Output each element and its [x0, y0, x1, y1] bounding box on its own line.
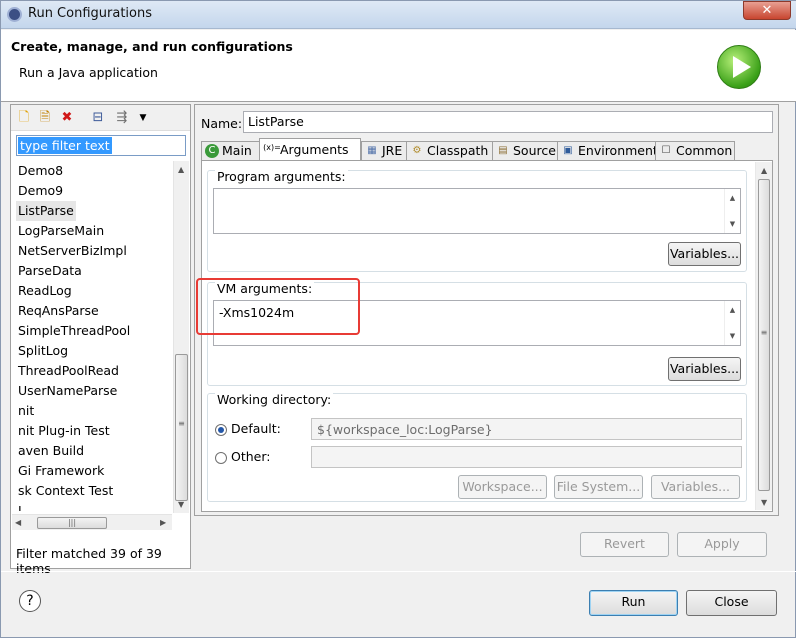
common-icon: ☐: [661, 145, 671, 156]
environment-icon: ▣: [563, 145, 573, 156]
tree-horizontal-scrollbar[interactable]: ◀ ||| ▶: [12, 514, 172, 530]
new-prototype-icon[interactable]: 🗎: [37, 110, 53, 126]
tab-label: Common: [676, 143, 733, 158]
tree-item[interactable]: sk Context Test: [18, 481, 113, 501]
source-icon: ▤: [498, 145, 508, 156]
filter-input[interactable]: type filter text: [16, 135, 186, 156]
eclipse-icon: [7, 7, 22, 22]
tab-arguments[interactable]: (x)= Arguments: [259, 138, 361, 160]
tab-jre[interactable]: ▦ JRE: [361, 141, 407, 160]
tab-source[interactable]: ▤ Source: [492, 141, 558, 160]
title-bar: Run Configurations ✕: [1, 1, 796, 29]
collapse-all-icon[interactable]: ⊟: [90, 110, 106, 126]
tree-item[interactable]: Demo9: [18, 181, 63, 201]
arguments-icon: (x)=: [263, 143, 281, 152]
apply-button[interactable]: Apply: [677, 532, 767, 557]
default-radio[interactable]: [215, 424, 227, 436]
tab-classpath[interactable]: ⚙ Classpath: [406, 141, 493, 160]
tree-item[interactable]: ReqAnsParse: [18, 301, 99, 321]
dialog-header: Create, manage, and run configurations R…: [1, 30, 796, 102]
header-title: Create, manage, and run configurations: [11, 39, 293, 54]
tree-item[interactable]: LogParseMain: [18, 221, 104, 241]
arguments-tab-content: Program arguments: ▲ ▼ Variables... VM ar…: [201, 160, 773, 512]
program-arguments-label: Program arguments:: [215, 169, 348, 184]
scroll-thumb[interactable]: ≡: [175, 354, 188, 501]
run-icon: [717, 45, 761, 89]
filter-text: type filter text: [18, 137, 112, 154]
tree-item[interactable]: SplitLog: [18, 341, 68, 361]
footer-separator: [1, 571, 796, 572]
program-variables-button[interactable]: Variables...: [668, 242, 741, 266]
file-system-button[interactable]: File System...: [554, 475, 643, 499]
tab-label: Classpath: [427, 143, 489, 158]
new-config-icon[interactable]: 🗋: [16, 110, 32, 126]
tab-label: Environment: [578, 143, 658, 158]
other-radio[interactable]: [215, 452, 227, 464]
main-icon: C: [205, 144, 219, 158]
tab-label: Main: [222, 143, 252, 158]
window-title: Run Configurations: [28, 6, 152, 21]
tree-item[interactable]: Gi Framework: [18, 461, 104, 481]
tree-item[interactable]: aven Build: [18, 441, 84, 461]
run-button[interactable]: Run: [589, 590, 678, 616]
name-label: Name:: [201, 116, 243, 131]
revert-button[interactable]: Revert: [580, 532, 669, 557]
program-arguments-textarea[interactable]: ▲ ▼: [213, 188, 741, 234]
list-toolbar: 🗋 🗎 ✖ ⊟ ⇶ ▼: [11, 105, 190, 131]
configuration-tree: Demo8 Demo9 ListParse LogParseMain NetServer…: [12, 161, 172, 511]
directory-variables-button[interactable]: Variables...: [651, 475, 740, 499]
program-arguments-group: Program arguments: ▲ ▼ Variables...: [207, 169, 747, 272]
tree-item[interactable]: L: [18, 501, 25, 511]
close-button[interactable]: Close: [686, 590, 777, 616]
tab-label: Source: [513, 143, 556, 158]
tree-item[interactable]: ListParse: [16, 201, 76, 221]
default-label: Default:: [231, 421, 281, 436]
configuration-list-panel: 🗋 🗎 ✖ ⊟ ⇶ ▼ type filter text Demo8 Demo9 L…: [10, 104, 191, 576]
tree-item[interactable]: nit: [18, 401, 34, 421]
filter-icon[interactable]: ⇶: [114, 110, 130, 126]
working-directory-group: Working directory: Default: ${workspace_…: [207, 392, 747, 502]
tree-item[interactable]: ThreadPoolRead: [18, 361, 119, 381]
classpath-icon: ⚙: [412, 145, 422, 156]
vm-variables-button[interactable]: Variables...: [668, 357, 741, 381]
tab-vertical-scrollbar[interactable]: ▲ ≡ ▼: [755, 162, 772, 510]
other-directory-field[interactable]: [311, 446, 742, 468]
tab-label: JRE: [382, 143, 403, 158]
scroll-thumb[interactable]: ≡: [758, 179, 770, 491]
tree-vertical-scrollbar[interactable]: ▲ ≡ ▼: [173, 161, 189, 513]
tree-item[interactable]: UserNameParse: [18, 381, 117, 401]
name-field[interactable]: ListParse: [243, 111, 773, 133]
header-subtitle: Run a Java application: [19, 65, 158, 80]
dropdown-icon[interactable]: ▼: [135, 110, 151, 126]
run-configurations-window: Run Configurations ✕ Create, manage, and…: [0, 0, 796, 638]
tree-item[interactable]: nit Plug-in Test: [18, 421, 110, 441]
tree-item[interactable]: ParseData: [18, 261, 82, 281]
tree-item[interactable]: NetServerBizImpl: [18, 241, 127, 261]
tab-label: Arguments: [280, 142, 349, 157]
jre-icon: ▦: [367, 145, 377, 156]
textarea-scrollbar[interactable]: ▲ ▼: [724, 189, 740, 233]
working-directory-label: Working directory:: [215, 392, 334, 407]
tree-item[interactable]: ReadLog: [18, 281, 72, 301]
delete-icon[interactable]: ✖: [59, 110, 75, 126]
tree-item[interactable]: Demo8: [18, 161, 63, 181]
scroll-thumb[interactable]: |||: [37, 517, 107, 529]
other-label: Other:: [231, 449, 271, 464]
highlight-annotation: [196, 278, 360, 335]
help-icon[interactable]: ?: [19, 590, 41, 612]
default-directory-field: ${workspace_loc:LogParse}: [311, 418, 742, 440]
tab-main[interactable]: C Main: [201, 141, 260, 160]
window-close-button[interactable]: ✕: [743, 1, 791, 20]
tab-environment[interactable]: ▣ Environment: [557, 141, 658, 160]
tree-item[interactable]: SimpleThreadPool: [18, 321, 130, 341]
workspace-button[interactable]: Workspace...: [458, 475, 547, 499]
tab-common[interactable]: ☐ Common: [655, 141, 735, 160]
textarea-scrollbar[interactable]: ▲ ▼: [724, 301, 740, 345]
